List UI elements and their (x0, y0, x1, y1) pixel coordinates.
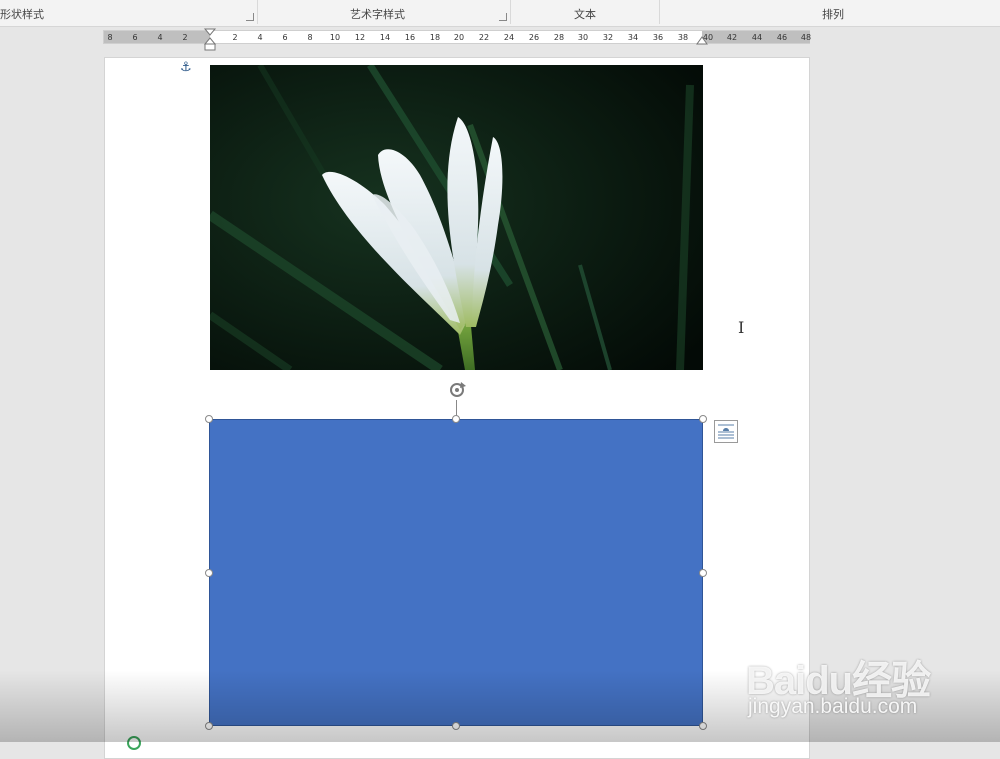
ribbon-separator (510, 0, 511, 24)
ruler-label: 46 (776, 33, 788, 42)
blue-rectangle-shape[interactable] (209, 419, 703, 726)
group-label-shape-styles: 形状样式 (0, 8, 44, 21)
resize-handle-top-right[interactable] (699, 415, 707, 423)
resize-handle-bottom-left[interactable] (205, 722, 213, 730)
ruler-label: 28 (553, 33, 565, 42)
status-indicator-icon (127, 736, 141, 750)
ruler-label: 18 (429, 33, 441, 42)
resize-handle-top[interactable] (452, 415, 460, 423)
ruler-label: 48 (800, 33, 812, 42)
resize-handle-right[interactable] (699, 569, 707, 577)
ruler-label: 4 (257, 33, 263, 42)
group-label-text: 文本 (574, 8, 596, 21)
ruler-label: 44 (751, 33, 763, 42)
layout-options-button[interactable] (714, 420, 738, 443)
shape-styles-dialog-launcher-icon[interactable] (246, 13, 254, 21)
ruler-label: 20 (453, 33, 465, 42)
ruler-label: 12 (354, 33, 366, 42)
resize-handle-bottom-right[interactable] (699, 722, 707, 730)
resize-handle-top-left[interactable] (205, 415, 213, 423)
flower-photo[interactable] (210, 65, 703, 370)
ruler-label: 10 (329, 33, 341, 42)
wordart-styles-dialog-launcher-icon[interactable] (499, 13, 507, 21)
ruler-label: 16 (404, 33, 416, 42)
ruler-label: 24 (503, 33, 515, 42)
ruler-label: 36 (652, 33, 664, 42)
rotate-handle-icon[interactable] (447, 380, 467, 400)
resize-handle-bottom[interactable] (452, 722, 460, 730)
ruler-label: 2 (232, 33, 238, 42)
watermark-url: jingyan.baidu.com (748, 695, 918, 718)
flower-photo-icon (210, 65, 703, 370)
ruler-label: 14 (379, 33, 391, 42)
ribbon-group-labels: 形状样式 艺术字样式 文本 排列 (0, 0, 1000, 27)
anchor-icon: ⚓ (180, 60, 192, 75)
ruler-label: 34 (627, 33, 639, 42)
left-indent-marker-icon[interactable] (203, 28, 217, 52)
ribbon-separator (659, 0, 660, 24)
group-label-wordart-styles: 艺术字样式 (350, 8, 405, 21)
layout-options-icon (718, 424, 734, 439)
ruler-label: 32 (602, 33, 614, 42)
ruler-label: 6 (132, 33, 138, 42)
ruler-label: 42 (726, 33, 738, 42)
group-label-arrange: 排列 (822, 8, 844, 21)
ruler-label: 6 (282, 33, 288, 42)
ruler-label: 30 (577, 33, 589, 42)
right-indent-marker-icon[interactable] (695, 36, 709, 46)
ruler-label: 2 (182, 33, 188, 42)
ruler-label: 26 (528, 33, 540, 42)
text-cursor-icon: I (738, 318, 745, 337)
resize-handle-left[interactable] (205, 569, 213, 577)
ruler-label: 38 (677, 33, 689, 42)
ruler-label: 22 (478, 33, 490, 42)
ruler-label: 8 (107, 33, 113, 42)
ribbon-separator (257, 0, 258, 24)
ruler-label: 4 (157, 33, 163, 42)
baidu-watermark: Baidu经验 jingyan.baidu.com (736, 634, 946, 724)
ruler-label: 8 (307, 33, 313, 42)
